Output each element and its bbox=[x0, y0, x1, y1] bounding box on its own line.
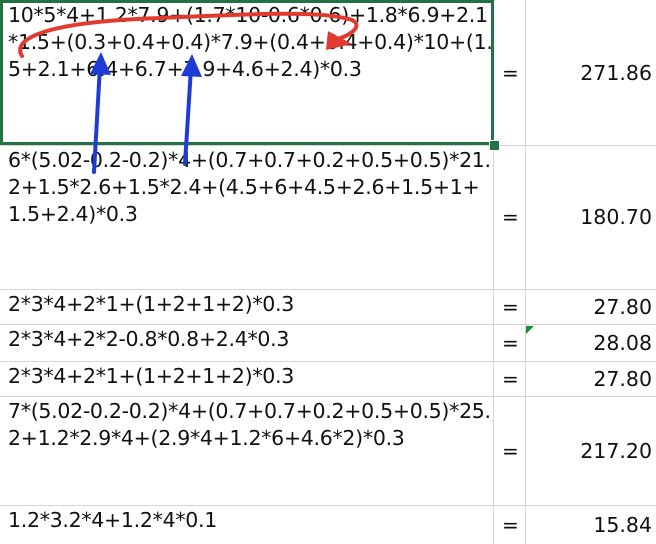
equals-cell[interactable]: = bbox=[494, 145, 526, 289]
fill-handle[interactable] bbox=[489, 140, 500, 151]
value-cell[interactable]: 217.20 bbox=[526, 396, 656, 505]
formula-cell[interactable]: 2*3*4+2*1+(1+2+1+2)*0.3 bbox=[0, 289, 494, 324]
table-row[interactable]: 10*5*4+1.2*7.9+(1.7*10-0.6*0.6)+1.8*6.9+… bbox=[0, 0, 656, 146]
table-row[interactable]: 2*3*4+2*1+(1+2+1+2)*0.3 = 27.80 bbox=[0, 361, 656, 397]
value-cell[interactable]: 180.70 bbox=[526, 145, 656, 289]
table-row[interactable]: 7*(5.02-0.2-0.2)*4+(0.7+0.7+0.2+0.5+0.5)… bbox=[0, 396, 656, 506]
value-cell[interactable]: 27.80 bbox=[526, 289, 656, 324]
formula-cell[interactable]: 7*(5.02-0.2-0.2)*4+(0.7+0.7+0.2+0.5+0.5)… bbox=[0, 396, 494, 505]
table-row[interactable]: 6*(5.02-0.2-0.2)*4+(0.7+0.7+0.2+0.5+0.5)… bbox=[0, 145, 656, 290]
formula-cell[interactable]: 2*3*4+2*2-0.8*0.8+2.4*0.3 bbox=[0, 324, 494, 361]
equals-cell[interactable]: = bbox=[494, 324, 526, 361]
table-row[interactable]: 1.2*3.2*4+1.2*4*0.1 = 15.84 bbox=[0, 505, 656, 544]
table-row[interactable]: 2*3*4+2*1+(1+2+1+2)*0.3 = 27.80 bbox=[0, 289, 656, 325]
value-cell[interactable]: 27.80 bbox=[526, 361, 656, 396]
equals-cell[interactable]: = bbox=[494, 396, 526, 505]
value-cell[interactable]: 15.84 bbox=[526, 505, 656, 544]
equals-cell[interactable]: = bbox=[494, 361, 526, 396]
error-indicator-icon bbox=[526, 326, 534, 334]
formula-cell[interactable]: 6*(5.02-0.2-0.2)*4+(0.7+0.7+0.2+0.5+0.5)… bbox=[0, 145, 494, 289]
value-cell[interactable]: 271.86 bbox=[526, 0, 656, 145]
equals-cell[interactable]: = bbox=[494, 289, 526, 324]
equals-cell[interactable]: = bbox=[494, 0, 526, 145]
equals-cell[interactable]: = bbox=[494, 505, 526, 544]
formula-cell[interactable]: 2*3*4+2*1+(1+2+1+2)*0.3 bbox=[0, 361, 494, 396]
value-cell[interactable]: 28.08 bbox=[526, 324, 656, 361]
formula-cell[interactable]: 1.2*3.2*4+1.2*4*0.1 bbox=[0, 505, 494, 544]
spreadsheet-grid: 10*5*4+1.2*7.9+(1.7*10-0.6*0.6)+1.8*6.9+… bbox=[0, 0, 656, 544]
table-row[interactable]: 2*3*4+2*2-0.8*0.8+2.4*0.3 = 28.08 bbox=[0, 324, 656, 362]
formula-cell[interactable]: 10*5*4+1.2*7.9+(1.7*10-0.6*0.6)+1.8*6.9+… bbox=[0, 0, 494, 145]
